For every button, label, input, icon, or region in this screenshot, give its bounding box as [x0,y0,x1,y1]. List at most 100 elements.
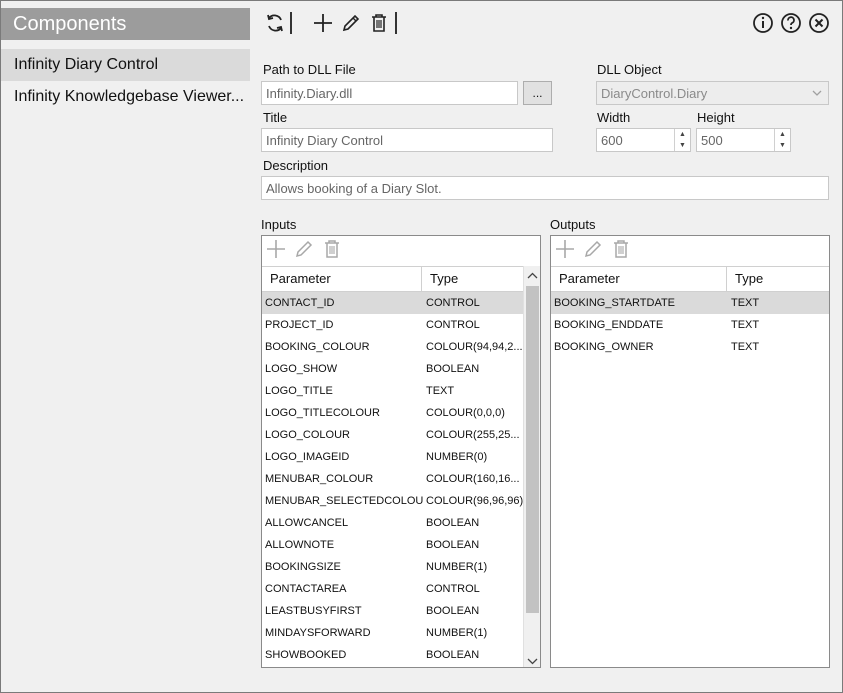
cell-type: COLOUR(96,96,96) [426,495,523,507]
width-up-icon[interactable]: ▲ [675,129,690,140]
cell-parameter: LOGO_TITLECOLOUR [265,407,380,419]
table-row[interactable]: ALLOWCANCEL BOOLEAN [262,512,523,534]
dll-object-select[interactable]: DiaryControl.Diary [596,81,829,105]
cell-parameter: ALLOWCANCEL [265,517,349,529]
cell-parameter: LOGO_TITLE [265,385,333,397]
table-row[interactable]: LOGO_IMAGEID NUMBER(0) [262,446,523,468]
add-icon[interactable] [266,239,286,264]
outputs-grid-toolbar [551,236,829,266]
cell-type: BOOLEAN [426,539,480,551]
cell-parameter: PROJECT_ID [265,319,334,331]
title-label: Title [263,110,288,125]
cell-type: NUMBER(1) [426,627,488,639]
table-row[interactable]: LOGO_TITLECOLOUR COLOUR(0,0,0) [262,402,523,424]
dll-object-value: DiaryControl.Diary [601,85,708,101]
sidebar-item-infinity-knowledgebase-viewer[interactable]: Infinity Knowledgebase Viewer... [1,81,250,113]
table-row[interactable]: MENUBAR_COLOUR COLOUR(160,16... [262,468,523,490]
cell-type: CONTROL [426,319,480,331]
column-header-type[interactable]: Type [422,267,522,291]
inputs-grid: Parameter Type CONTACT_ID CONTROL PROJECT_… [261,235,541,668]
edit-icon[interactable] [583,239,603,264]
outputs-grid: Parameter Type BOOKING_STARTDATE TEXT BOOK… [550,235,830,668]
height-label: Height [697,110,735,125]
info-icon[interactable] [752,12,774,34]
cell-parameter: CONTACTAREA [265,583,347,595]
inputs-label: Inputs [261,217,297,232]
refresh-icon[interactable] [264,12,286,34]
inputs-grid-toolbar [262,236,540,266]
height-stepper[interactable]: 500 ▲ ▼ [696,128,791,152]
cell-parameter: BOOKING_ENDDATE [554,319,664,331]
width-down-icon[interactable]: ▼ [675,140,690,151]
browse-button[interactable]: ... [523,81,552,105]
cell-type: NUMBER(0) [426,451,488,463]
height-up-icon[interactable]: ▲ [775,129,790,140]
cell-type: CONTROL [426,297,480,309]
outputs-grid-body: BOOKING_STARTDATE TEXT BOOKING_ENDDATE TEXT… [551,292,829,358]
cell-parameter: BOOKING_OWNER [554,341,654,353]
cell-type: BOOLEAN [426,363,480,375]
delete-icon[interactable] [368,12,390,34]
inputs-scrollbar[interactable] [523,266,540,667]
table-row[interactable]: PROJECT_ID CONTROL [262,314,523,336]
edit-icon[interactable] [294,239,314,264]
close-icon[interactable] [808,12,830,34]
table-row[interactable]: BOOKINGSIZE NUMBER(1) [262,556,523,578]
cell-parameter: LOGO_COLOUR [265,429,350,441]
cell-parameter: LEASTBUSYFIRST [265,605,362,617]
height-value: 500 [701,132,723,148]
width-stepper[interactable]: 600 ▲ ▼ [596,128,691,152]
delete-icon[interactable] [322,239,342,264]
inputs-scroll-thumb[interactable] [526,286,539,613]
edit-icon[interactable] [340,12,362,34]
table-row[interactable]: ALLOWNOTE BOOLEAN [262,534,523,556]
cell-type: TEXT [731,319,760,331]
cell-parameter: MENUBAR_COLOUR [265,473,374,485]
title-input[interactable]: Infinity Diary Control [261,128,553,152]
toolbar-separator [395,12,397,34]
cell-type: BOOLEAN [426,605,480,617]
cell-parameter: LOGO_IMAGEID [265,451,350,463]
cell-type: TEXT [426,385,455,397]
table-row[interactable]: LEASTBUSYFIRST BOOLEAN [262,600,523,622]
cell-type: COLOUR(0,0,0) [426,407,505,419]
column-header-parameter[interactable]: Parameter [551,267,727,291]
cell-parameter: BOOKINGSIZE [265,561,341,573]
inputs-grid-body: CONTACT_ID CONTROL PROJECT_ID CONTROL BOOKIN… [262,292,523,666]
table-row[interactable]: BOOKING_STARTDATE TEXT [551,292,829,314]
cell-parameter: SHOWBOOKED [265,649,347,661]
height-down-icon[interactable]: ▼ [775,140,790,151]
cell-type: NUMBER(1) [426,561,488,573]
width-value: 600 [601,132,623,148]
table-row[interactable]: BOOKING_OWNER TEXT [551,336,829,358]
table-row[interactable]: BOOKING_COLOUR COLOUR(94,94,2... [262,336,523,358]
column-header-type[interactable]: Type [727,267,827,291]
table-row[interactable]: LOGO_COLOUR COLOUR(255,25... [262,424,523,446]
table-row[interactable]: CONTACTAREA CONTROL [262,578,523,600]
table-row[interactable]: SHOWBOOKED BOOLEAN [262,644,523,666]
delete-icon[interactable] [611,239,631,264]
help-icon[interactable] [780,12,802,34]
column-header-parameter[interactable]: Parameter [262,267,422,291]
cell-parameter: CONTACT_ID [265,297,335,309]
dll-path-label: Path to DLL File [263,62,356,77]
inputs-grid-header: Parameter Type [262,266,523,292]
dll-path-input[interactable]: Infinity.Diary.dll [261,81,518,105]
table-row[interactable]: LOGO_SHOW BOOLEAN [262,358,523,380]
description-input[interactable]: Allows booking of a Diary Slot. [261,176,829,200]
table-row[interactable]: LOGO_TITLE TEXT [262,380,523,402]
cell-type: COLOUR(255,25... [426,429,520,441]
table-row[interactable]: BOOKING_ENDDATE TEXT [551,314,829,336]
cell-type: TEXT [731,341,760,353]
chevron-up-icon[interactable] [527,268,538,286]
chevron-down-icon[interactable] [527,653,538,667]
table-row[interactable]: CONTACT_ID CONTROL [262,292,523,314]
table-row[interactable]: MENUBAR_SELECTEDCOLOUR COLOUR(96,96,96) [262,490,523,512]
width-label: Width [597,110,631,125]
table-row[interactable]: MINDAYSFORWARD NUMBER(1) [262,622,523,644]
cell-parameter: ALLOWNOTE [265,539,335,551]
sidebar-item-infinity-diary-control[interactable]: Infinity Diary Control [1,49,250,81]
add-icon[interactable] [312,12,334,34]
cell-parameter: BOOKING_STARTDATE [554,297,676,309]
add-icon[interactable] [555,239,575,264]
